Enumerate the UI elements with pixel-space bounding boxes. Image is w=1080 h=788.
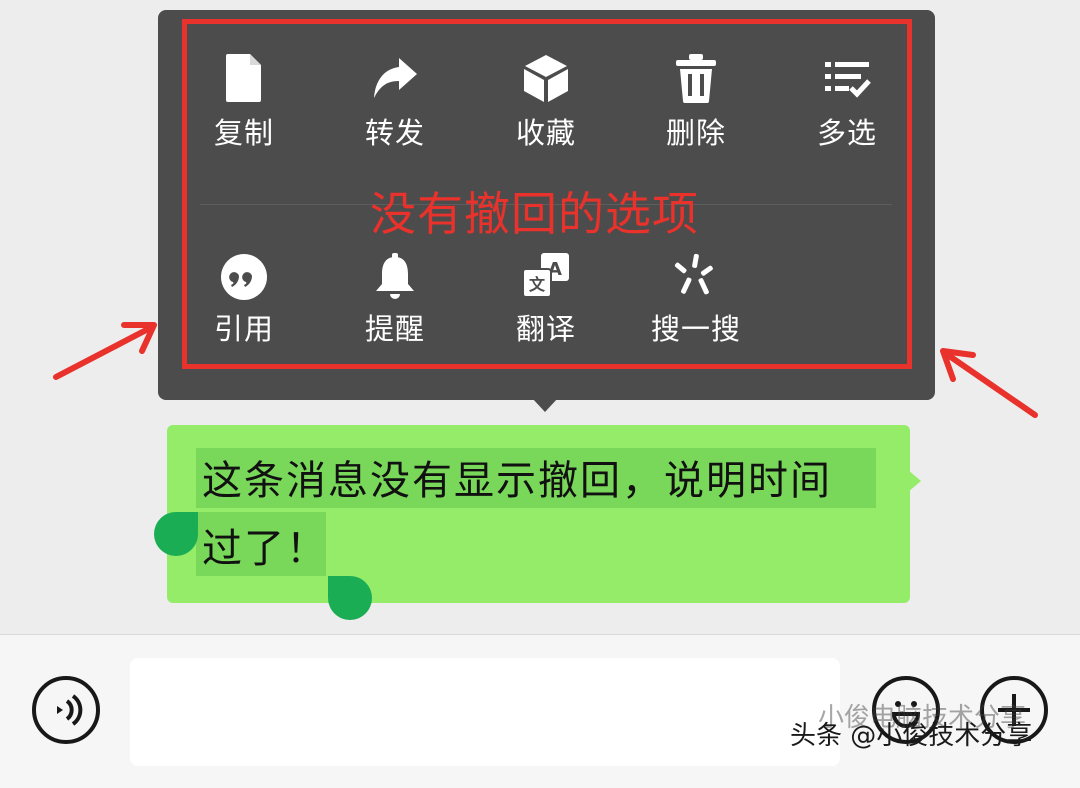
voice-icon [57, 694, 83, 726]
watermark: 小俊电脑技术分享 头条 @小俊技术分享 [790, 703, 1033, 756]
selection-start-handle[interactable] [154, 512, 198, 556]
voice-button[interactable] [32, 676, 100, 744]
menu-caret [532, 398, 558, 412]
annotation-arrow-left [53, 322, 157, 380]
annotation-note: 没有撤回的选项 [370, 187, 699, 241]
message-input[interactable] [130, 658, 840, 766]
message-text-line2: 过了！ [202, 526, 328, 572]
watermark-text: 头条 @小俊技术分享 [790, 721, 1033, 751]
message-text-line1: 这条消息没有显示撤回，说明时间 [202, 458, 832, 504]
bubble-tail [908, 470, 921, 492]
selection-end-handle[interactable] [328, 576, 372, 620]
annotation-arrow-right [940, 348, 1038, 418]
